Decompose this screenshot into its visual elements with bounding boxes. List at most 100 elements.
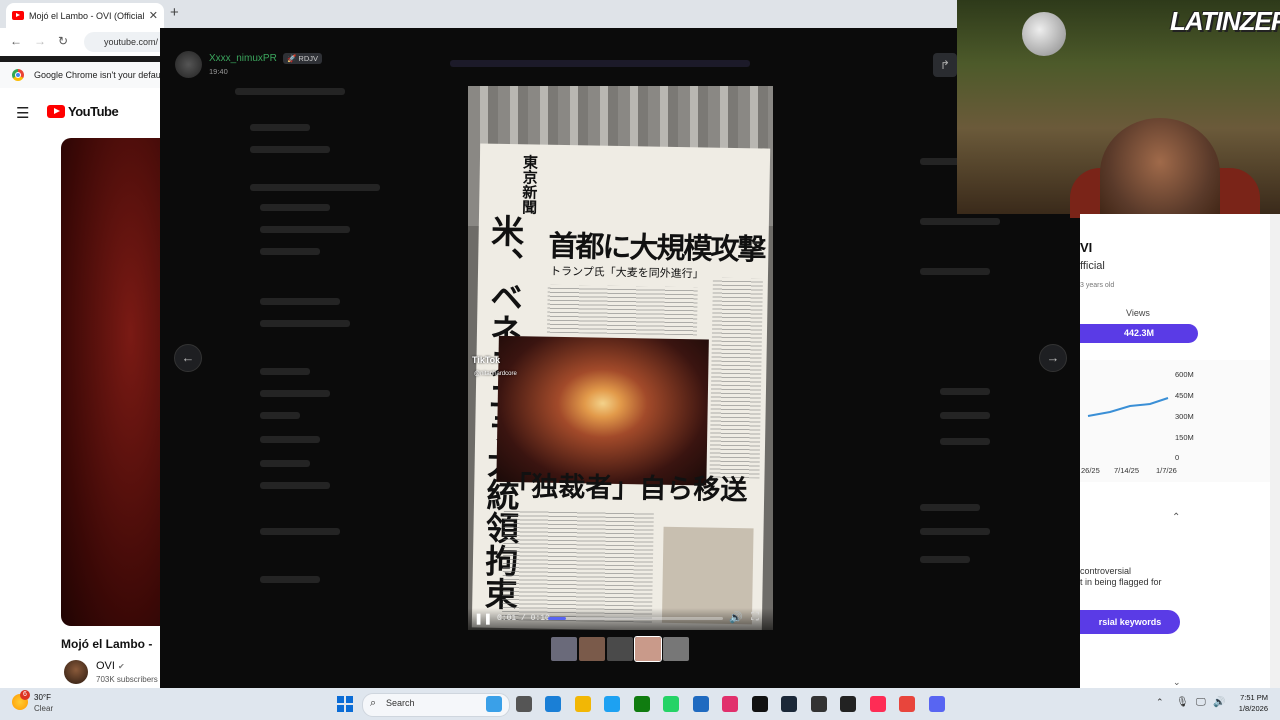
channel-name-text: OVI <box>96 660 115 672</box>
taskbar-app-icon[interactable] <box>751 696 768 712</box>
taskbar-app-icon[interactable] <box>928 696 945 712</box>
taskbar-app-icon[interactable] <box>515 696 532 712</box>
taskbar-app-icon[interactable] <box>633 696 650 712</box>
tiktok-watermark: TikTok <box>472 355 501 365</box>
next-media-button[interactable]: → <box>1039 344 1067 372</box>
taskbar-app-icon[interactable] <box>869 696 886 712</box>
weather-badge: 6 <box>20 690 30 700</box>
streamer <box>1100 118 1220 228</box>
media-thumbnail[interactable] <box>663 637 689 661</box>
taskbar-app-icon[interactable] <box>899 696 915 712</box>
user-avatar[interactable] <box>175 51 202 78</box>
start-button[interactable] <box>337 696 353 712</box>
newspaper-photo <box>496 335 709 486</box>
taskbar-app-icon[interactable] <box>604 696 620 712</box>
video-title: Mojó el Lambo - <box>61 637 153 651</box>
media-thumbnail[interactable] <box>634 636 662 662</box>
youtube-play-icon <box>47 105 65 118</box>
pause-icon[interactable]: ❚❚ <box>474 612 492 625</box>
close-tab-icon[interactable]: ✕ <box>149 9 158 22</box>
chart-y-tick: 450M <box>1175 391 1194 400</box>
taskbar-search-placeholder: Search <box>386 698 415 708</box>
helmet-prop <box>1022 12 1066 56</box>
clock-date[interactable]: 1/8/2026 <box>1232 704 1268 713</box>
volume-tray-icon[interactable]: 🔊 <box>1213 697 1225 708</box>
stats-age: 3 years old <box>1080 282 1115 289</box>
newspaper-masthead: 東京新聞 <box>520 154 540 215</box>
default-browser-infobar: Google Chrome isn't your default browser <box>0 62 160 88</box>
post-timestamp: 19:40 <box>209 67 228 76</box>
forward-button[interactable]: → <box>34 34 46 48</box>
tab-title: Mojó el Lambo - OVI (Official V <box>29 10 144 21</box>
search-icon: ⌕ <box>370 697 377 709</box>
chart-x-tick: 1/7/26 <box>1156 466 1177 475</box>
chart-x-tick: 26/25 <box>1081 466 1100 475</box>
youtube-logo[interactable]: YouTube <box>47 104 119 119</box>
media-thumbnail[interactable] <box>551 637 577 661</box>
media-thumbnail[interactable] <box>607 637 633 661</box>
seek-bar[interactable] <box>548 617 723 620</box>
collapse-chevron-icon[interactable]: ⌃ <box>1172 512 1180 523</box>
time-separator: / <box>521 614 526 623</box>
views-line <box>1087 397 1169 417</box>
time-display: 0:01 / 0:10 <box>497 614 550 623</box>
role-badge: 🚀 RDJV <box>283 53 323 64</box>
stats-channel-name: VI <box>1080 240 1093 255</box>
tiktok-username: @nitanhardcore <box>474 371 517 377</box>
newspaper: 東京新聞 首都に大規模攻撃 トランプ氏「大麦を同外進行」 米、ベネズエラ大統領拘… <box>471 143 771 630</box>
expand-chevron-icon[interactable]: ⌄ <box>1173 677 1181 688</box>
views-label: Views <box>1126 308 1150 318</box>
seek-progress <box>548 617 566 620</box>
channel-name[interactable]: OVI ✔ <box>96 660 125 672</box>
temperature: 30°F <box>34 693 51 702</box>
previous-media-button[interactable]: ← <box>174 344 202 372</box>
tiktok-video[interactable]: 東京新聞 首都に大規模攻撃 トランプ氏「大麦を同外進行」 米、ベネズエラ大統領拘… <box>468 86 773 630</box>
time-total: 0:10 <box>530 614 550 623</box>
keywords-button[interactable]: rsial keywords <box>1080 610 1180 634</box>
taskbar-app-icon[interactable] <box>810 696 827 712</box>
chart-x-tick: 7/14/25 <box>1114 466 1140 475</box>
taskbar-app-icon[interactable] <box>722 696 738 712</box>
volume-icon[interactable]: 🔊 <box>729 611 743 624</box>
share-button[interactable]: ↱ <box>933 53 957 77</box>
newspaper-headline-bottom: 「独裁者」自ら移送 <box>503 470 748 507</box>
username[interactable]: Xxxx_nimuxPR <box>209 53 277 64</box>
channel-avatar[interactable] <box>64 660 88 684</box>
fullscreen-icon[interactable]: ⛶ <box>751 611 759 624</box>
browser-tab[interactable]: Mojó el Lambo - OVI (Official V ✕ <box>6 3 164 28</box>
newspaper-headline-main: 首都に大規模攻撃 <box>548 228 765 267</box>
taskbar-app-icon[interactable] <box>663 696 679 712</box>
time-current: 0:01 <box>497 614 517 623</box>
chart-y-tick: 300M <box>1175 412 1194 421</box>
menu-icon[interactable]: ☰ <box>16 104 29 122</box>
taskbar-app-icon[interactable] <box>574 696 591 712</box>
newspaper-subhead: トランプ氏「大麦を同外進行」 <box>549 264 704 281</box>
media-thumbnail[interactable] <box>579 637 605 661</box>
subscriber-count: 703K subscribers <box>96 675 158 684</box>
webcam-logo: LATINZER <box>1170 6 1280 36</box>
taskbar-app-icon[interactable] <box>840 696 856 712</box>
reload-button[interactable]: ↻ <box>58 34 68 48</box>
show-hidden-icons[interactable]: ⌃ <box>1156 697 1164 708</box>
taskbar-app-icon[interactable] <box>486 696 502 712</box>
views-value: 442.3M <box>1080 324 1198 343</box>
clock-time[interactable]: 7:51 PM <box>1232 693 1268 702</box>
chrome-icon <box>12 69 24 81</box>
weather-condition: Clear <box>34 704 54 713</box>
taskbar-app-icon[interactable] <box>692 696 709 712</box>
microphone-icon[interactable]: 🎙 <box>1176 697 1189 708</box>
stats-official-label: fficial <box>1080 260 1105 272</box>
youtube-video-player[interactable] <box>61 138 160 626</box>
back-button[interactable]: ← <box>10 34 22 48</box>
chart-y-tick: 150M <box>1175 433 1194 442</box>
taskbar-app-icon[interactable] <box>781 696 797 712</box>
youtube-favicon-icon <box>12 11 24 20</box>
chart-y-tick: 600M <box>1175 370 1194 379</box>
network-icon[interactable]: 🖵 <box>1196 697 1206 708</box>
warning-text-line1: controversial <box>1080 566 1132 576</box>
stats-panel-scrollbar[interactable] <box>1270 214 1280 688</box>
verified-icon: ✔ <box>118 662 125 671</box>
taskbar-app-icon[interactable] <box>545 696 561 712</box>
warning-text-line2: t in being flagged for <box>1080 577 1162 587</box>
new-tab-button[interactable]: + <box>170 4 179 21</box>
